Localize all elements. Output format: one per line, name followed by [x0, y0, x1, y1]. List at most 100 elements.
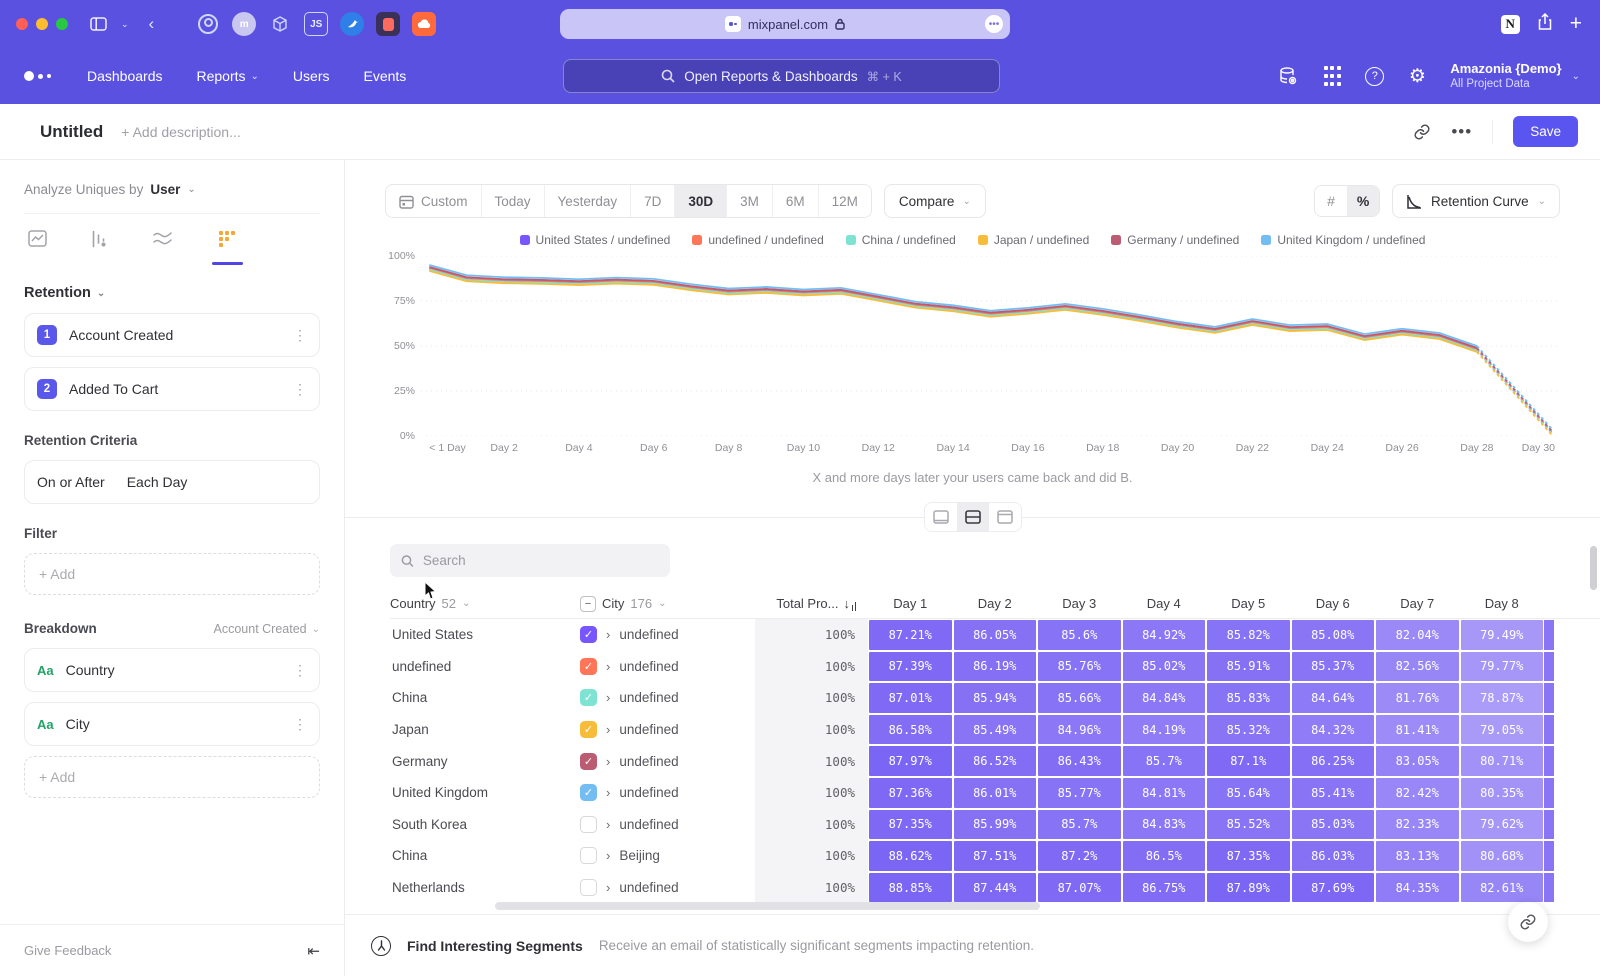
tab-funnels[interactable] [91, 230, 108, 265]
retention-value-cell[interactable]: 84.64% [1292, 683, 1375, 713]
collapse-sidebar-icon[interactable]: ⇤ [307, 942, 320, 960]
day-column-header[interactable]: Day 3 [1037, 596, 1122, 611]
retention-value-cell[interactable]: 88.62% [869, 841, 952, 871]
close-window-icon[interactable] [16, 18, 28, 30]
expand-row-icon[interactable]: › [606, 722, 610, 737]
retention-value-cell[interactable]: 85.7% [1123, 746, 1206, 776]
expand-row-icon[interactable]: › [606, 848, 610, 863]
day-column-header[interactable]: Day 1 [868, 596, 953, 611]
nav-reports[interactable]: Reports⌄ [197, 68, 259, 84]
retention-value-cell[interactable]: 87.01% [869, 683, 952, 713]
settings-gear-icon[interactable]: ⚙ [1406, 65, 1428, 87]
total-column-header[interactable]: Total Pro... ↓ [755, 596, 868, 611]
nav-users[interactable]: Users [293, 68, 330, 84]
row-checkbox[interactable] [580, 847, 597, 864]
retention-value-cell[interactable]: 84.83% [1123, 810, 1206, 840]
retention-value-cell[interactable]: 87.35% [869, 810, 952, 840]
tab-overview-caret-icon[interactable]: ⌄ [121, 19, 129, 30]
retention-value-cell[interactable]: 84.96% [1038, 715, 1121, 745]
retention-value-cell[interactable]: 80.68% [1461, 841, 1544, 871]
retention-value-cell[interactable]: 82.61% [1461, 873, 1544, 903]
retention-value-cell[interactable]: 86.19% [954, 652, 1037, 682]
retention-value-cell[interactable]: 84.84% [1123, 683, 1206, 713]
retention-value-cell[interactable]: 87.44% [954, 873, 1037, 903]
criteria-condition[interactable]: On or After [37, 474, 105, 490]
retention-value-cell[interactable]: 82.04% [1376, 620, 1459, 650]
day-column-header[interactable]: Day 8 [1460, 596, 1545, 611]
retention-value-cell[interactable]: 85.66% [1038, 683, 1121, 713]
breakdown-country[interactable]: Aa Country ⋮ [24, 648, 320, 692]
row-checkbox[interactable]: ✓ [580, 658, 597, 675]
kebab-menu-icon[interactable]: ⋮ [293, 381, 307, 398]
retention-value-cell[interactable]: 87.1% [1207, 746, 1290, 776]
retention-value-cell[interactable]: 84.19% [1123, 715, 1206, 745]
expand-row-icon[interactable]: › [606, 627, 610, 642]
retention-value-cell[interactable]: 85.32% [1207, 715, 1290, 745]
table-search-input[interactable] [423, 553, 659, 568]
target-icon[interactable] [196, 12, 220, 36]
retention-value-cell[interactable]: 87.51% [954, 841, 1037, 871]
select-all-checkbox[interactable]: − [580, 596, 596, 612]
breakdown-event-selector[interactable]: Account Created⌄ [214, 622, 321, 636]
retention-value-cell[interactable]: 87.69% [1292, 873, 1375, 903]
retention-value-cell[interactable]: 79.05% [1461, 715, 1544, 745]
retention-value-cell[interactable]: 87.21% [869, 620, 952, 650]
retention-value-cell[interactable]: 87.07% [1038, 873, 1121, 903]
add-breakdown-button[interactable]: + Add [24, 756, 320, 798]
date-range-control[interactable]: CustomTodayYesterday7D30D3M6M12M [385, 184, 872, 218]
retention-value-cell[interactable]: 79.77% [1461, 652, 1544, 682]
report-title[interactable]: Untitled [40, 122, 103, 142]
retention-value-cell[interactable]: 84.92% [1123, 620, 1206, 650]
retention-section-title[interactable]: Retention [24, 285, 91, 301]
retention-value-cell[interactable]: 87.35% [1207, 841, 1290, 871]
mixpanel-logo-icon[interactable] [24, 71, 51, 81]
legend-item[interactable]: United Kingdom / undefined [1261, 232, 1425, 248]
table-search[interactable] [390, 544, 670, 577]
retention-value-cell[interactable]: 85.41% [1292, 778, 1375, 808]
retention-step-2[interactable]: 2 Added To Cart ⋮ [24, 367, 320, 411]
retention-value-cell[interactable]: 82.33% [1376, 810, 1459, 840]
legend-item[interactable]: Germany / undefined [1111, 232, 1239, 248]
retention-value-cell[interactable]: 82.42% [1376, 778, 1459, 808]
retention-criteria-selector[interactable]: On or After Each Day [24, 460, 320, 504]
retention-value-cell[interactable]: 85.52% [1207, 810, 1290, 840]
range-3m[interactable]: 3M [727, 185, 773, 217]
expand-row-icon[interactable]: › [606, 785, 610, 800]
retention-value-cell[interactable]: 86.05% [954, 620, 1037, 650]
nav-dashboards[interactable]: Dashboards [87, 68, 163, 84]
range-custom[interactable]: Custom [386, 185, 482, 217]
apps-grid-icon[interactable] [1321, 65, 1343, 87]
chart-type-selector[interactable]: Retention Curve⌄ [1392, 184, 1560, 218]
analyze-entity-selector[interactable]: User [150, 182, 180, 197]
retention-value-cell[interactable]: 86.03% [1292, 841, 1375, 871]
retention-value-cell[interactable]: 85.94% [954, 683, 1037, 713]
breakdown-city[interactable]: Aa City ⋮ [24, 702, 320, 746]
bird-icon[interactable] [340, 12, 364, 36]
retention-value-cell[interactable]: 83.05% [1376, 746, 1459, 776]
retention-value-cell[interactable]: 87.97% [869, 746, 952, 776]
retention-value-cell[interactable]: 85.83% [1207, 683, 1290, 713]
extension-icons[interactable]: m JS [196, 12, 436, 36]
tab-flows[interactable] [152, 230, 174, 265]
retention-line-chart[interactable] [421, 256, 1560, 436]
address-more-icon[interactable]: ••• [985, 15, 1003, 33]
retention-value-cell[interactable]: 86.5% [1123, 841, 1206, 871]
range-yesterday[interactable]: Yesterday [545, 185, 632, 217]
legend-item[interactable]: undefined / undefined [692, 232, 823, 248]
expand-row-icon[interactable]: › [606, 754, 610, 769]
nav-events[interactable]: Events [363, 68, 406, 84]
percent-mode-button[interactable]: % [1347, 186, 1379, 216]
range-today[interactable]: Today [482, 185, 545, 217]
retention-value-cell[interactable]: 84.81% [1123, 778, 1206, 808]
compare-button[interactable]: Compare⌄ [884, 184, 986, 218]
tab-insights[interactable] [28, 230, 47, 265]
kebab-menu-icon[interactable]: ⋮ [293, 662, 307, 679]
retention-value-cell[interactable]: 85.64% [1207, 778, 1290, 808]
retention-value-cell[interactable]: 79.49% [1461, 620, 1544, 650]
retention-value-cell[interactable]: 86.75% [1123, 873, 1206, 903]
retention-step-1[interactable]: 1 Account Created ⋮ [24, 313, 320, 357]
chart-focus-view-icon[interactable] [925, 503, 957, 531]
value-mode-toggle[interactable]: # % [1314, 185, 1380, 217]
expand-row-icon[interactable]: › [606, 880, 610, 895]
more-options-icon[interactable]: ••• [1451, 122, 1472, 142]
